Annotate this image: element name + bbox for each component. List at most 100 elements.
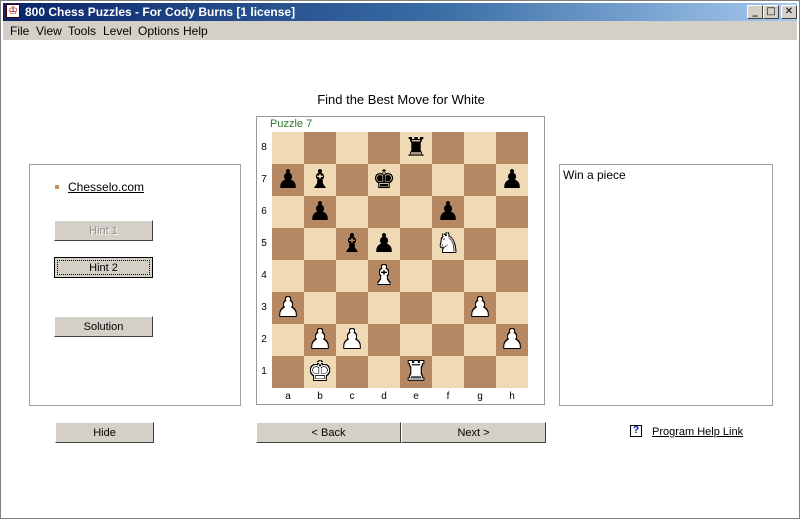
hint-1-button[interactable]: Hint 1 <box>54 220 153 241</box>
square-f6[interactable]: ♟ <box>432 196 464 228</box>
square-d3[interactable] <box>368 292 400 324</box>
hide-button[interactable]: Hide <box>55 422 154 443</box>
square-h6[interactable] <box>496 196 528 228</box>
square-f5[interactable]: ♞ <box>432 228 464 260</box>
square-g8[interactable] <box>464 132 496 164</box>
square-a1[interactable] <box>272 356 304 388</box>
square-d6[interactable] <box>368 196 400 228</box>
chesselo-link[interactable]: Chesselo.com <box>68 180 144 194</box>
square-b5[interactable] <box>304 228 336 260</box>
square-c5[interactable]: ♝ <box>336 228 368 260</box>
minimize-button[interactable]: _ <box>747 5 763 19</box>
square-h2[interactable]: ♟ <box>496 324 528 356</box>
square-e4[interactable] <box>400 260 432 292</box>
black-pawn-icon[interactable]: ♟ <box>500 167 523 193</box>
menu-tools[interactable]: Tools <box>68 24 96 38</box>
black-king-icon[interactable]: ♚ <box>372 167 395 193</box>
black-pawn-icon[interactable]: ♟ <box>276 167 299 193</box>
square-d8[interactable] <box>368 132 400 164</box>
white-pawn-icon[interactable]: ♟ <box>468 295 491 321</box>
square-b8[interactable] <box>304 132 336 164</box>
square-f7[interactable] <box>432 164 464 196</box>
square-c7[interactable] <box>336 164 368 196</box>
square-g2[interactable] <box>464 324 496 356</box>
square-e3[interactable] <box>400 292 432 324</box>
square-d2[interactable] <box>368 324 400 356</box>
square-e7[interactable] <box>400 164 432 196</box>
maximize-button[interactable]: □ <box>763 5 779 19</box>
solution-button[interactable]: Solution <box>54 316 153 337</box>
square-e6[interactable] <box>400 196 432 228</box>
square-h8[interactable] <box>496 132 528 164</box>
square-h4[interactable] <box>496 260 528 292</box>
white-pawn-icon[interactable]: ♟ <box>500 327 523 353</box>
next-button[interactable]: Next > <box>401 422 546 443</box>
square-e2[interactable] <box>400 324 432 356</box>
square-c1[interactable] <box>336 356 368 388</box>
menu-options[interactable]: Options <box>138 24 179 38</box>
program-help-link[interactable]: Program Help Link <box>652 426 743 438</box>
square-g6[interactable] <box>464 196 496 228</box>
black-pawn-icon[interactable]: ♟ <box>308 199 331 225</box>
square-h7[interactable]: ♟ <box>496 164 528 196</box>
menu-level[interactable]: Level <box>103 24 132 38</box>
square-b7[interactable]: ♝ <box>304 164 336 196</box>
menu-view[interactable]: View <box>36 24 62 38</box>
white-pawn-icon[interactable]: ♟ <box>340 327 363 353</box>
black-bishop-icon[interactable]: ♝ <box>340 231 363 257</box>
square-a4[interactable] <box>272 260 304 292</box>
square-d7[interactable]: ♚ <box>368 164 400 196</box>
square-d4[interactable]: ♝ <box>368 260 400 292</box>
square-g4[interactable] <box>464 260 496 292</box>
help-icon[interactable]: ? <box>630 425 642 437</box>
square-g1[interactable] <box>464 356 496 388</box>
square-b6[interactable]: ♟ <box>304 196 336 228</box>
square-c2[interactable]: ♟ <box>336 324 368 356</box>
black-bishop-icon[interactable]: ♝ <box>308 167 331 193</box>
menu-file[interactable]: File <box>10 24 29 38</box>
back-button[interactable]: < Back <box>256 422 401 443</box>
square-f2[interactable] <box>432 324 464 356</box>
black-rook-icon[interactable]: ♜ <box>404 135 427 161</box>
square-a6[interactable] <box>272 196 304 228</box>
square-h1[interactable] <box>496 356 528 388</box>
white-knight-icon[interactable]: ♞ <box>436 231 459 257</box>
square-e8[interactable]: ♜ <box>400 132 432 164</box>
chess-app-icon[interactable]: ♔ <box>6 4 20 18</box>
square-e5[interactable] <box>400 228 432 260</box>
square-a3[interactable]: ♟ <box>272 292 304 324</box>
square-h5[interactable] <box>496 228 528 260</box>
white-pawn-icon[interactable]: ♟ <box>308 327 331 353</box>
square-g3[interactable]: ♟ <box>464 292 496 324</box>
hint-2-button[interactable]: Hint 2 <box>54 257 153 278</box>
white-bishop-icon[interactable]: ♝ <box>372 263 395 289</box>
black-pawn-icon[interactable]: ♟ <box>436 199 459 225</box>
square-c6[interactable] <box>336 196 368 228</box>
square-c4[interactable] <box>336 260 368 292</box>
square-b3[interactable] <box>304 292 336 324</box>
square-a7[interactable]: ♟ <box>272 164 304 196</box>
white-king-icon[interactable]: ♚ <box>308 359 331 385</box>
square-d5[interactable]: ♟ <box>368 228 400 260</box>
square-f1[interactable] <box>432 356 464 388</box>
chess-board[interactable]: ♜ ♟ ♝ ♚ ♟ ♟ ♟ ♝ ♟ ♞ ♝ ♟ ♟ ♟ ♟ ♟ ♚ ♜ <box>272 132 528 388</box>
square-b2[interactable]: ♟ <box>304 324 336 356</box>
square-f3[interactable] <box>432 292 464 324</box>
square-b1[interactable]: ♚ <box>304 356 336 388</box>
white-pawn-icon[interactable]: ♟ <box>276 295 299 321</box>
square-c3[interactable] <box>336 292 368 324</box>
square-d1[interactable] <box>368 356 400 388</box>
square-c8[interactable] <box>336 132 368 164</box>
square-f4[interactable] <box>432 260 464 292</box>
square-b4[interactable] <box>304 260 336 292</box>
square-g5[interactable] <box>464 228 496 260</box>
menu-help[interactable]: Help <box>183 24 208 38</box>
square-g7[interactable] <box>464 164 496 196</box>
square-a5[interactable] <box>272 228 304 260</box>
square-e1[interactable]: ♜ <box>400 356 432 388</box>
square-a2[interactable] <box>272 324 304 356</box>
square-f8[interactable] <box>432 132 464 164</box>
square-h3[interactable] <box>496 292 528 324</box>
close-button[interactable]: ✕ <box>781 5 797 19</box>
square-a8[interactable] <box>272 132 304 164</box>
